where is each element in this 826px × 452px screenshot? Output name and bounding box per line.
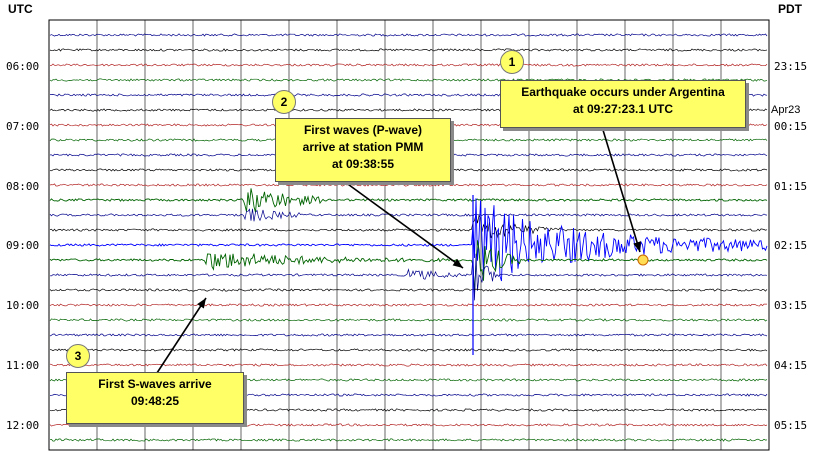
callout-line: at 09:38:55 — [331, 157, 395, 171]
pdt-tick: 01:15 — [774, 180, 808, 193]
annotation-badge-3: 3 — [66, 344, 90, 368]
utc-tick: 09:00 — [6, 239, 40, 252]
utc-axis-title: UTC — [8, 2, 33, 16]
callout-line: First waves (P-wave) — [303, 123, 423, 137]
pdt-tick: 04:15 — [774, 359, 808, 372]
callout-line: First S-waves arrive — [98, 377, 212, 391]
epicenter-marker — [637, 254, 649, 266]
utc-tick: 10:00 — [6, 299, 40, 312]
pdt-tick: 23:15 — [774, 60, 808, 73]
utc-tick: 08:00 — [6, 180, 40, 193]
pdt-tick: 02:15 — [774, 239, 808, 252]
annotation-badge-2: 2 — [272, 90, 296, 114]
callout-line: at 09:27:23.1 UTC — [572, 102, 674, 116]
pdt-tick: 03:15 — [774, 299, 808, 312]
pdt-tick: 00:15 — [774, 120, 808, 133]
callout-line: 09:48:25 — [130, 394, 180, 408]
date-marker: Apr23 — [771, 104, 801, 116]
annotation-callout-3: First S-waves arrive 09:48:25 — [66, 372, 244, 424]
callout-line: Earthquake occurs under Argentina — [521, 85, 725, 99]
utc-tick: 06:00 — [6, 60, 40, 73]
annotation-callout-1: Earthquake occurs under Argentina at 09:… — [500, 80, 746, 128]
annotation-badge-1: 1 — [500, 50, 524, 74]
pdt-tick: 05:15 — [774, 419, 808, 432]
utc-tick: 11:00 — [6, 359, 40, 372]
utc-tick: 12:00 — [6, 419, 40, 432]
utc-tick: 07:00 — [6, 120, 40, 133]
pdt-axis-title: PDT — [778, 2, 802, 16]
annotation-callout-2: First waves (P-wave) arrive at station P… — [275, 118, 451, 182]
callout-line: arrive at station PMM — [302, 140, 424, 154]
